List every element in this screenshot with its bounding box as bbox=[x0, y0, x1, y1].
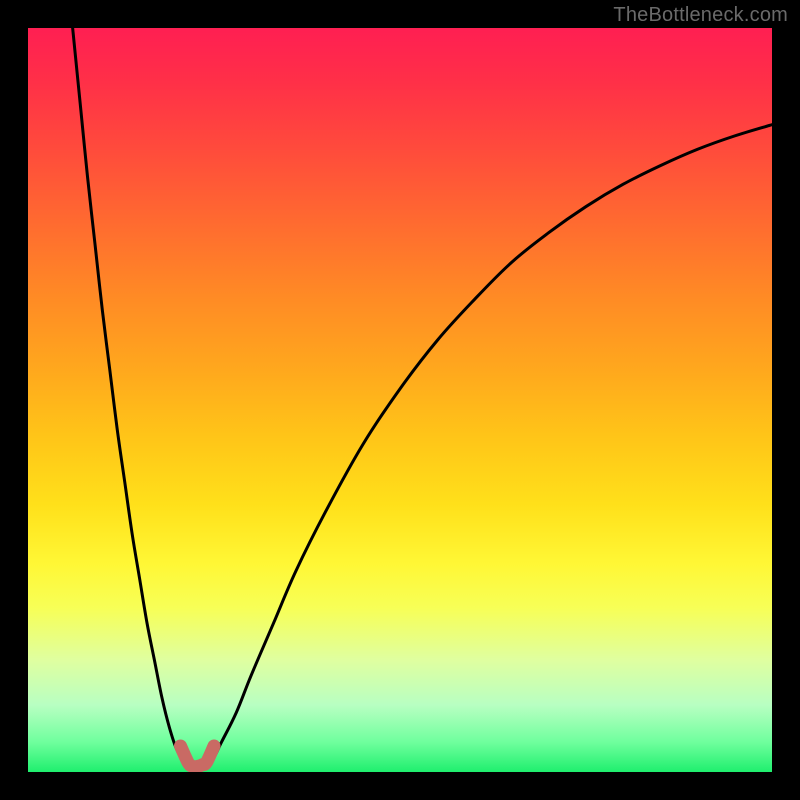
notch-marker bbox=[181, 746, 214, 767]
chart-frame: TheBottleneck.com bbox=[0, 0, 800, 800]
curve-left-branch bbox=[73, 28, 192, 765]
curve-layer bbox=[28, 28, 772, 772]
plot-area bbox=[28, 28, 772, 772]
watermark-text: TheBottleneck.com bbox=[613, 4, 788, 27]
curve-right-branch bbox=[207, 125, 772, 765]
